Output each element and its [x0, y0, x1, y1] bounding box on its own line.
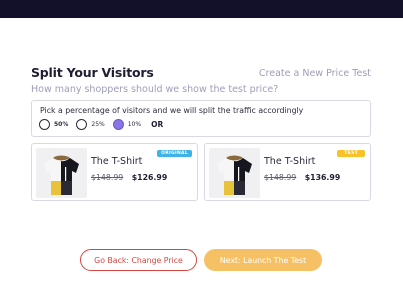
percentage-label: Pick a percentage of visitors and we wil… — [40, 106, 304, 115]
or-label: OR — [151, 120, 164, 129]
option-25[interactable]: 25% — [76, 119, 105, 130]
percentage-options: 50% 25% 10% OR — [39, 119, 163, 130]
percentage-selector: Pick a percentage of visitors and we wil… — [31, 100, 371, 137]
option-50-label: 50% — [54, 121, 69, 128]
product-card-original: The T-Shirt $148.99 $126.99 ORIGINAL — [31, 143, 198, 201]
option-25-label: 25% — [91, 121, 105, 128]
radio-25[interactable] — [76, 119, 88, 130]
radio-10[interactable] — [112, 119, 124, 130]
product-image — [36, 148, 87, 198]
option-10[interactable]: 10% — [112, 119, 142, 130]
page-title: Split Your Visitors — [31, 65, 154, 80]
test-badge: TEST — [337, 150, 365, 157]
tshirt-image — [44, 155, 79, 195]
old-price: $148.99 — [264, 173, 297, 182]
product-name: The T-Shirt — [264, 156, 316, 167]
product-prices: $148.99 $136.99 — [264, 173, 340, 182]
page-subtitle: How many shoppers should we show the tes… — [31, 84, 279, 95]
option-50[interactable]: 50% — [39, 119, 68, 130]
product-name: The T-Shirt — [91, 156, 143, 167]
create-new-test-link[interactable]: Create a New Price Test — [259, 68, 371, 79]
old-price: $148.99 — [91, 173, 124, 182]
product-card-test: The T-Shirt $148.99 $136.99 TEST — [204, 143, 371, 201]
original-badge: ORIGINAL — [157, 150, 192, 157]
launch-test-button[interactable]: Next: Launch The Test — [204, 249, 322, 271]
option-10-label: 10% — [127, 121, 142, 128]
radio-50[interactable] — [39, 119, 50, 130]
tshirt-image — [217, 155, 252, 195]
go-back-button[interactable]: Go Back: Change Price — [80, 249, 197, 271]
top-bar — [0, 0, 403, 18]
product-prices: $148.99 $126.99 — [91, 173, 167, 182]
product-image — [209, 148, 260, 198]
new-price: $126.99 — [131, 173, 168, 182]
new-price: $136.99 — [304, 173, 341, 182]
